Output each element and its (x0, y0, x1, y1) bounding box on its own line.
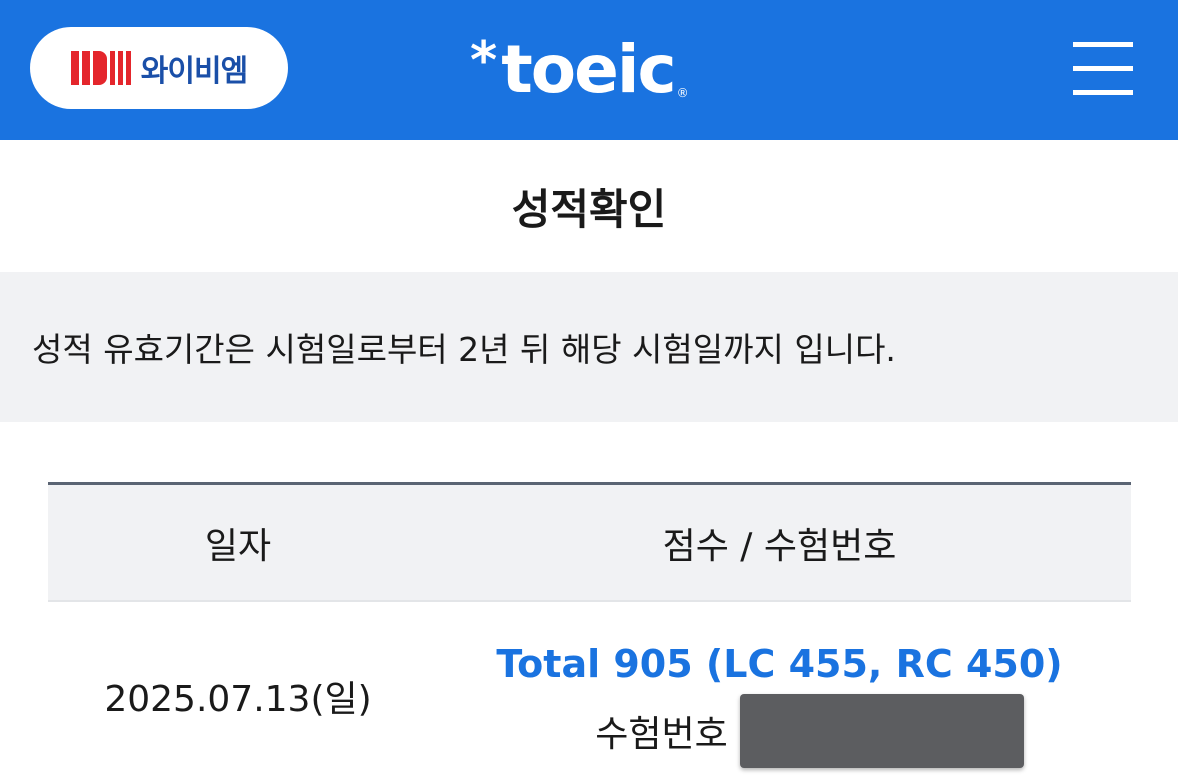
ybm-brand-text: 와이비엠 (140, 54, 248, 89)
score-cell: Total 905 (LC 455, RC 450) 수험번호 (428, 602, 1131, 776)
column-header-date: 일자 (204, 525, 272, 567)
hamburger-menu-icon[interactable] (1068, 40, 1136, 98)
column-header-score: 점수 / 수험번호 (662, 525, 897, 567)
toeic-wordmark: toeic (501, 31, 676, 108)
total-score-link[interactable]: Total 905 (LC 455, RC 450) (496, 642, 1062, 686)
page-title: 성적확인 (511, 184, 667, 234)
redacted-exam-number (739, 694, 1024, 768)
header-bar: 와이비엠 * toeic ® (0, 0, 1178, 140)
table-row: 2025.07.13(일) Total 905 (LC 455, RC 450)… (48, 600, 1131, 776)
ybm-logo-icon (70, 48, 131, 88)
score-table: 일자 점수 / 수험번호 2025.07.13(일) Total 905 (LC… (48, 482, 1131, 776)
registered-mark: ® (676, 86, 689, 100)
toeic-logo[interactable]: * toeic ® (470, 30, 689, 110)
toeic-star-icon: * (470, 31, 498, 91)
exam-number-label: 수험번호 (595, 714, 728, 755)
table-header: 일자 점수 / 수험번호 (48, 482, 1131, 600)
validity-notice: 성적 유효기간은 시험일로부터 2년 뒤 해당 시험일까지 입니다. (0, 272, 1178, 422)
exam-number-line: 수험번호 (535, 694, 1024, 768)
exam-date: 2025.07.13(일) (104, 679, 372, 720)
validity-notice-text: 성적 유효기간은 시험일로부터 2년 뒤 해당 시험일까지 입니다. (32, 330, 896, 369)
ybm-home-link[interactable]: 와이비엠 (30, 27, 288, 109)
